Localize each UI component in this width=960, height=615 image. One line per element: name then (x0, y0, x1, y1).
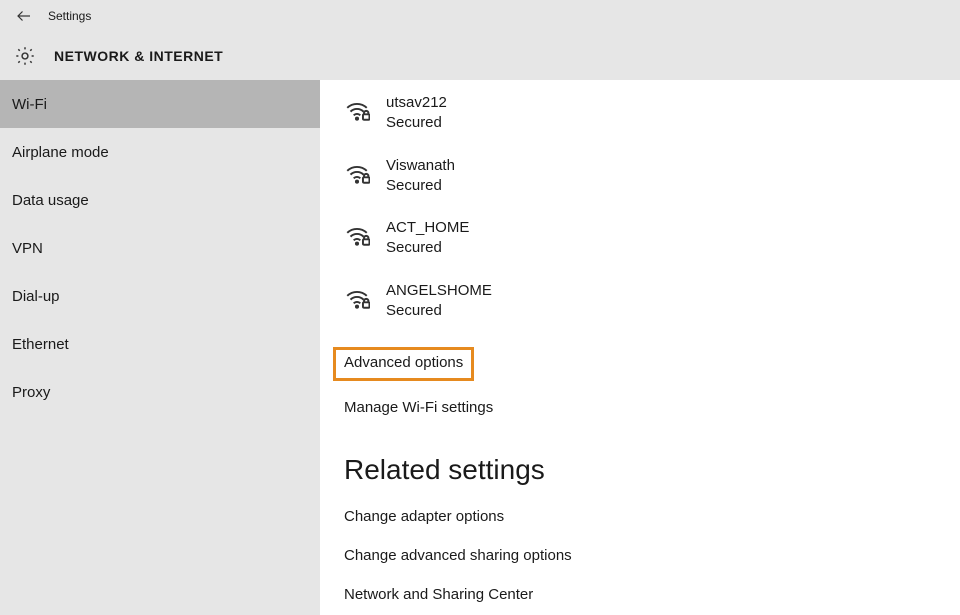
back-arrow-icon (15, 7, 33, 25)
wifi-name: ANGELSHOME (386, 281, 492, 301)
wifi-secured-icon (344, 160, 370, 186)
wifi-network-list: utsav212Secured ViswanathSecured ACT_HOM… (344, 93, 960, 321)
advanced-options-link[interactable]: Advanced options (344, 354, 463, 371)
related-settings: Change adapter options Change advanced s… (344, 508, 960, 603)
sidebar-item-label: Airplane mode (12, 144, 109, 161)
sidebar-item-proxy[interactable]: Proxy (0, 368, 320, 416)
sidebar: Wi-Fi Airplane mode Data usage VPN Dial-… (0, 80, 320, 615)
sidebar-item-vpn[interactable]: VPN (0, 224, 320, 272)
page-title: NETWORK & INTERNET (54, 48, 223, 64)
wifi-network[interactable]: ACT_HOMESecured (344, 218, 960, 259)
wifi-status: Secured (386, 238, 469, 258)
wifi-secured-icon (344, 222, 370, 248)
wifi-network[interactable]: ANGELSHOMESecured (344, 281, 960, 322)
network-sharing-center-link[interactable]: Network and Sharing Center (344, 586, 960, 603)
wifi-secured-icon (344, 285, 370, 311)
wifi-name: ACT_HOME (386, 218, 469, 238)
wifi-status: Secured (386, 301, 492, 321)
wifi-status: Secured (386, 113, 447, 133)
sidebar-item-dialup[interactable]: Dial-up (0, 272, 320, 320)
sidebar-item-label: Data usage (12, 192, 89, 209)
sidebar-item-data-usage[interactable]: Data usage (0, 176, 320, 224)
manage-wifi-link[interactable]: Manage Wi-Fi settings (344, 399, 493, 416)
wifi-status: Secured (386, 176, 455, 196)
titlebar: Settings (0, 0, 960, 32)
wifi-secured-icon (344, 97, 370, 123)
wifi-network[interactable]: ViswanathSecured (344, 156, 960, 197)
sidebar-item-ethernet[interactable]: Ethernet (0, 320, 320, 368)
wifi-network[interactable]: utsav212Secured (344, 93, 960, 134)
wifi-name: utsav212 (386, 93, 447, 113)
sidebar-item-wifi[interactable]: Wi-Fi (0, 80, 320, 128)
gear-icon (12, 43, 38, 69)
sidebar-item-label: VPN (12, 240, 43, 257)
related-settings-title: Related settings (344, 454, 960, 486)
main-panel: utsav212Secured ViswanathSecured ACT_HOM… (320, 80, 960, 615)
advanced-options-highlight: Advanced options (333, 347, 474, 381)
change-sharing-link[interactable]: Change advanced sharing options (344, 547, 960, 564)
sidebar-item-label: Dial-up (12, 288, 60, 305)
sidebar-item-label: Ethernet (12, 336, 69, 353)
change-adapter-link[interactable]: Change adapter options (344, 508, 960, 525)
sidebar-item-airplane[interactable]: Airplane mode (0, 128, 320, 176)
back-button[interactable] (8, 0, 40, 32)
header: NETWORK & INTERNET (0, 32, 960, 80)
sidebar-item-label: Proxy (12, 384, 50, 401)
wifi-name: Viswanath (386, 156, 455, 176)
sidebar-item-label: Wi-Fi (12, 96, 47, 113)
titlebar-title: Settings (48, 9, 91, 23)
